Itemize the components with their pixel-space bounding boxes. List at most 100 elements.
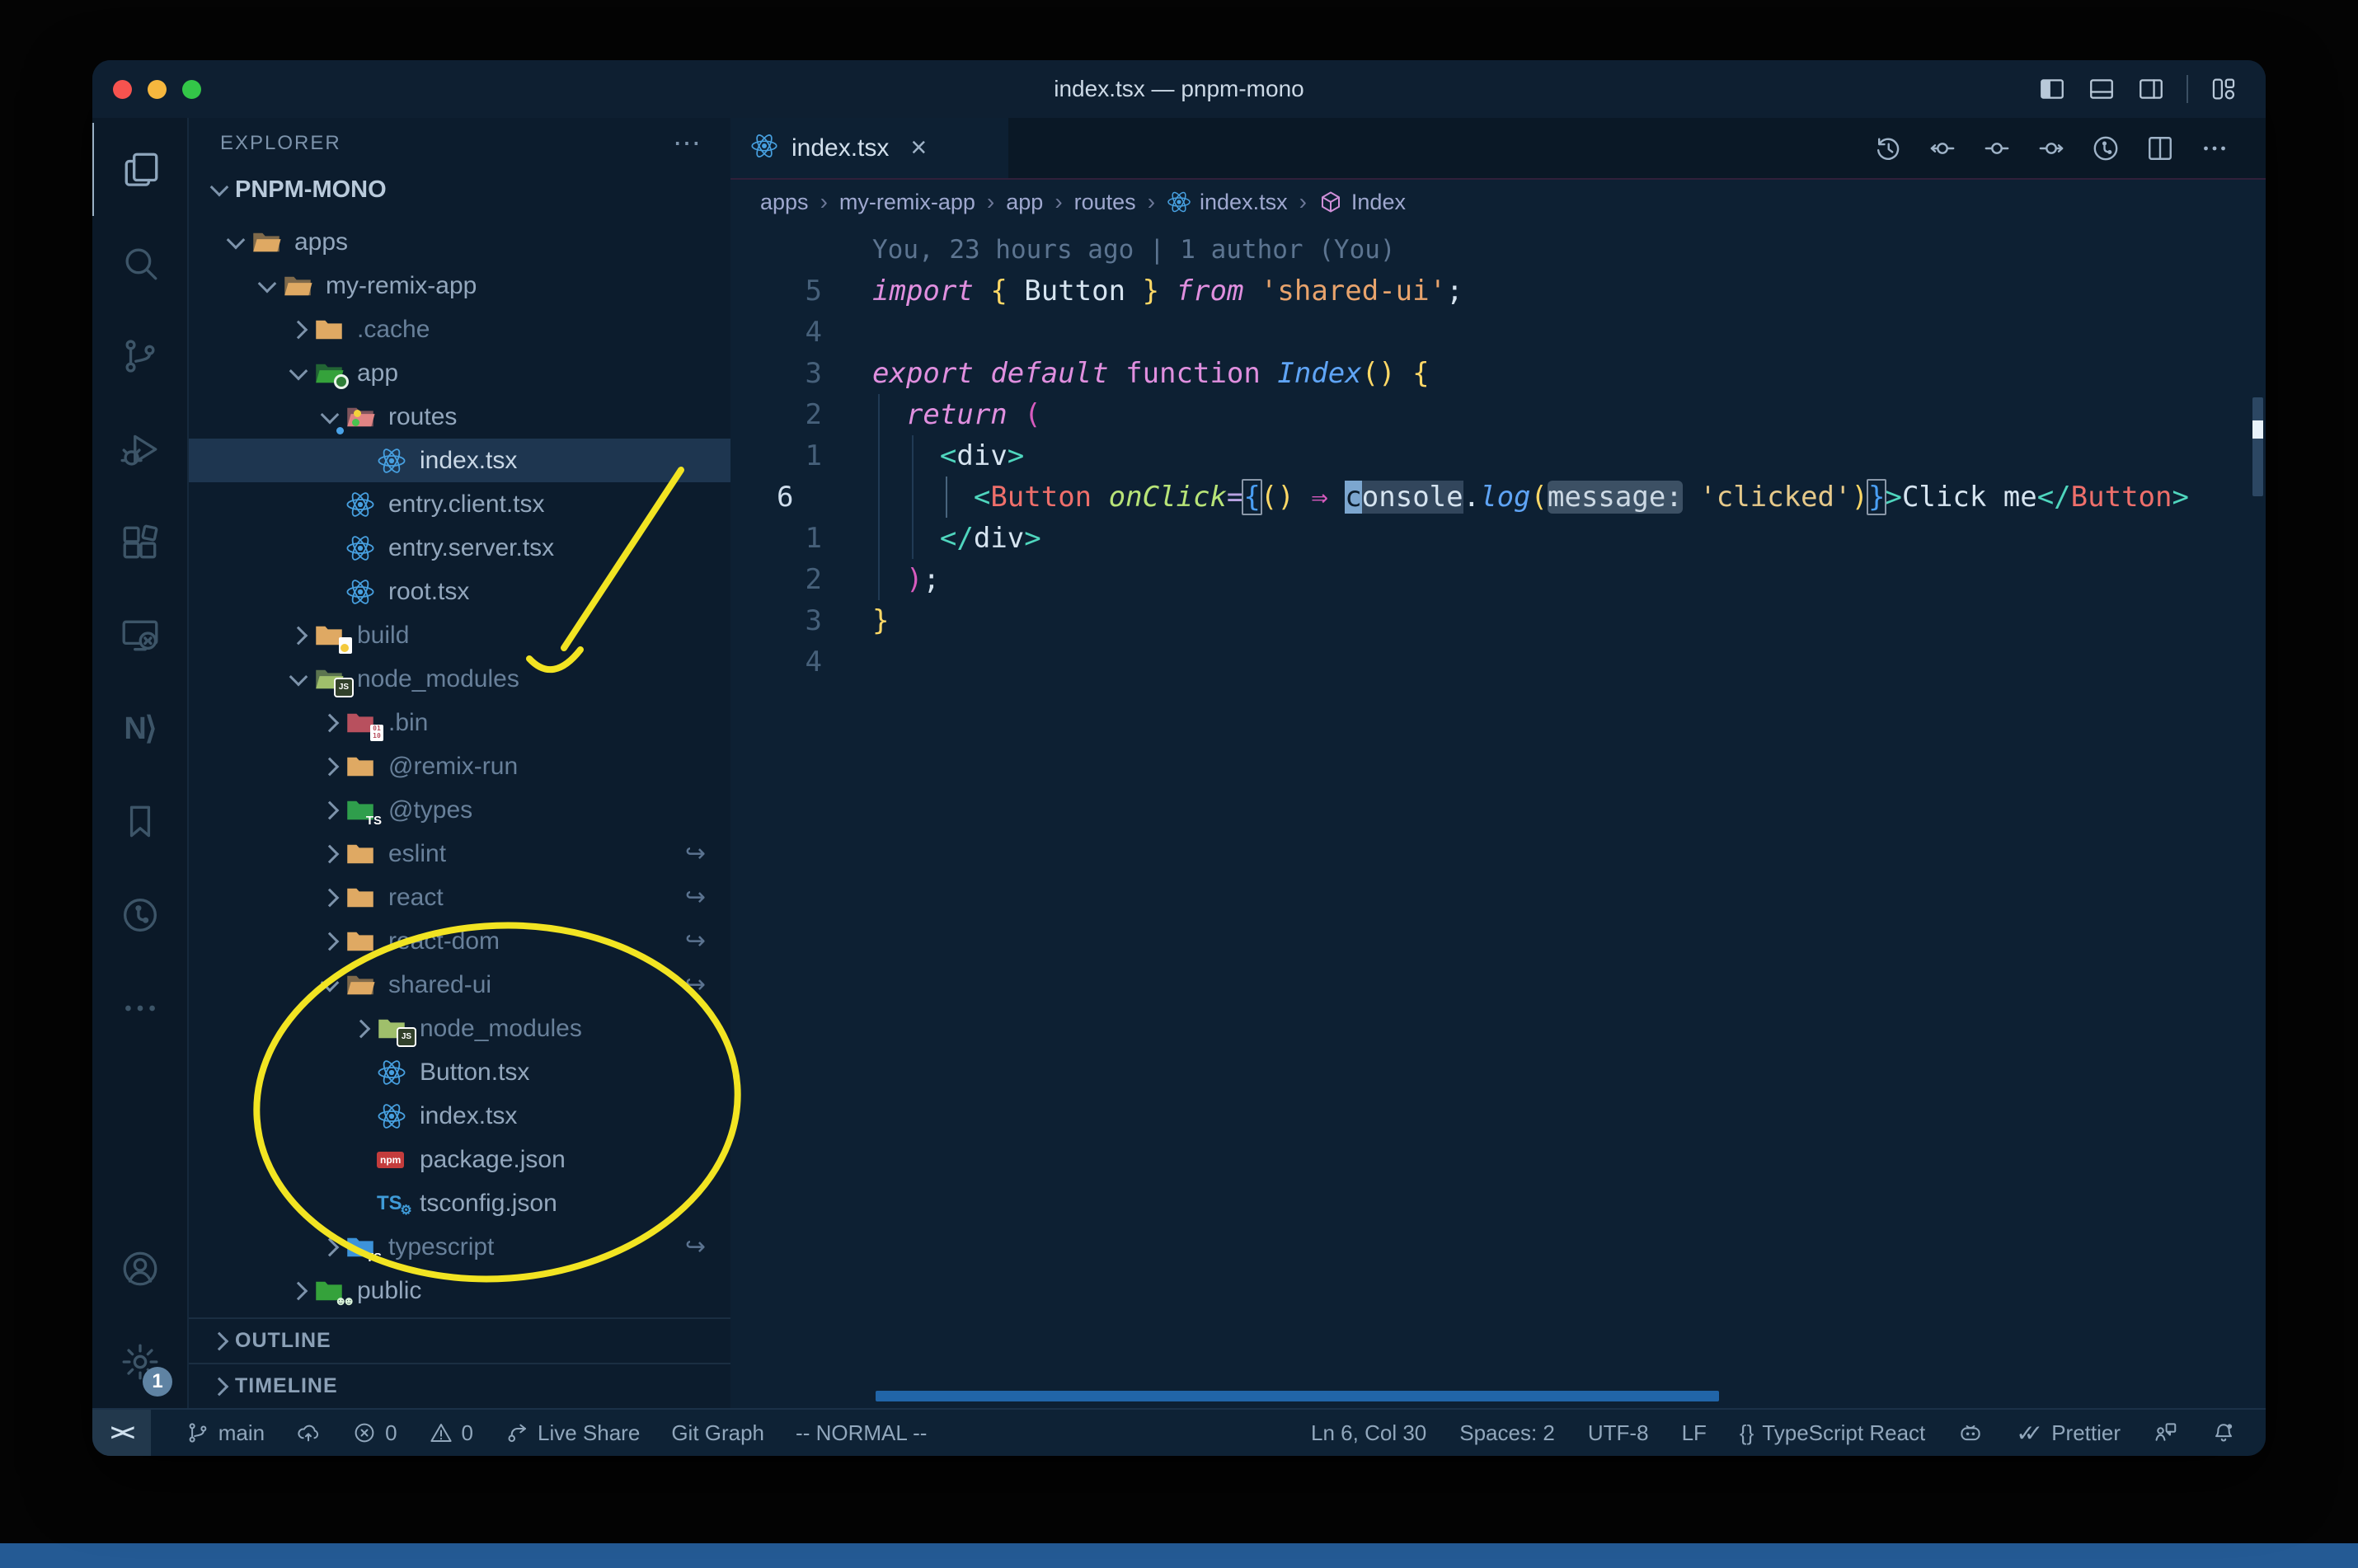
tree-item-entry-server-tsx[interactable]: entry.server.tsx: [189, 526, 730, 570]
tree-item-react[interactable]: react ↪: [189, 876, 730, 919]
tree-item-react-dom[interactable]: react-dom ↪: [189, 919, 730, 963]
status-remote[interactable]: ><: [92, 1410, 151, 1456]
tree-item--remix-run[interactable]: @remix-run: [189, 744, 730, 788]
explorer-more-actions-button[interactable]: ⋯: [673, 129, 701, 157]
history-icon[interactable]: [1873, 134, 1903, 163]
tree-item-build[interactable]: build: [189, 613, 730, 657]
status-sync[interactable]: [296, 1410, 321, 1456]
tree-item-root-tsx[interactable]: root.tsx: [189, 570, 730, 613]
changes-icon[interactable]: [1982, 134, 2012, 163]
activity-account[interactable]: [92, 1222, 187, 1315]
activity-gitlens[interactable]: [92, 868, 187, 961]
activity-search[interactable]: [92, 216, 187, 309]
tree-item-shared-ui[interactable]: shared-ui ↪: [189, 963, 730, 1007]
tree-item-apps[interactable]: apps: [189, 220, 730, 264]
horizontal-scrollbar[interactable]: [876, 1391, 1719, 1401]
line-number: 1: [805, 522, 822, 555]
tree-item-tsconfig-json[interactable]: TS ⚙ tsconfig.json: [189, 1181, 730, 1225]
status-git-graph[interactable]: Git Graph: [671, 1410, 764, 1456]
tree-item-node-modules[interactable]: JS node_modules: [189, 657, 730, 701]
code-line[interactable]: 3}: [730, 600, 2266, 641]
prev-change-icon[interactable]: [1928, 134, 1957, 163]
zoom-window-button[interactable]: [182, 79, 201, 99]
status-notifications[interactable]: [2211, 1410, 2236, 1456]
breadcrumb-index[interactable]: Index: [1318, 190, 1406, 215]
code-line[interactable]: 4: [730, 641, 2266, 683]
status-feedback[interactable]: [2154, 1410, 2178, 1456]
close-window-button[interactable]: [113, 79, 132, 99]
close-tab-icon[interactable]: ×: [910, 132, 927, 164]
status-copilot[interactable]: [1958, 1410, 1983, 1456]
code-editor[interactable]: You, 23 hours ago | 1 author (You) 5 impor…: [730, 224, 2266, 1408]
activity-extensions[interactable]: [92, 495, 187, 589]
activity-settings[interactable]: 1: [92, 1315, 187, 1408]
layout-sidebar-right-icon[interactable]: [2137, 75, 2165, 103]
tsconfig-icon: TS ⚙: [377, 1191, 412, 1218]
status-branch[interactable]: main: [186, 1410, 265, 1456]
tree-item--cache[interactable]: .cache: [189, 307, 730, 351]
breadcrumb-routes[interactable]: routes: [1074, 190, 1136, 215]
activity-source-control[interactable]: [92, 309, 187, 402]
code-line[interactable]: 2 );: [730, 559, 2266, 600]
tree-item-node-modules[interactable]: JS node_modules: [189, 1007, 730, 1050]
tree-item-app[interactable]: app: [189, 351, 730, 395]
code-line[interactable]: 5 import { Button } from 'shared-ui';: [730, 270, 2266, 312]
workspace-root-row[interactable]: PNPM-MONO: [189, 169, 730, 210]
activity-run-debug[interactable]: [92, 402, 187, 495]
tree-item-my-remix-app[interactable]: my-remix-app: [189, 264, 730, 307]
code-line[interactable]: 1 </div>: [730, 518, 2266, 559]
breadcrumb-apps[interactable]: apps: [760, 190, 809, 215]
activity-nx-console[interactable]: N⟩: [92, 682, 187, 775]
tree-item-package-json[interactable]: npm package.json: [189, 1138, 730, 1181]
symlink-icon: ↪: [684, 1233, 706, 1261]
activity-remote-explorer[interactable]: [92, 589, 187, 682]
breadcrumb-app[interactable]: app: [1006, 190, 1043, 215]
tree-item--bin[interactable]: 01 10 .bin: [189, 701, 730, 744]
layout-customize-icon[interactable]: [2210, 75, 2238, 103]
tree-item--types[interactable]: TS @types: [189, 788, 730, 832]
minimize-window-button[interactable]: [148, 79, 167, 99]
tree-item-public[interactable]: ☻☻ public: [189, 1269, 730, 1312]
tree-item-typescript[interactable]: TS typescript ↪: [189, 1225, 730, 1269]
code-line[interactable]: 6 <Button onClick={() ⇒ console.log(mess…: [730, 477, 2266, 518]
status-language-mode[interactable]: {} TypeScript React: [1740, 1410, 1925, 1456]
section-outline[interactable]: OUTLINE: [189, 1317, 730, 1363]
activity-explorer[interactable]: [92, 123, 189, 216]
split-editor-icon[interactable]: [2145, 134, 2175, 163]
code-line[interactable]: 4: [730, 312, 2266, 353]
status-warnings[interactable]: 0: [429, 1410, 473, 1456]
gitlens-blame-line[interactable]: You, 23 hours ago | 1 author (You): [730, 229, 2266, 270]
line-number: 6: [777, 481, 794, 514]
status-encoding[interactable]: UTF-8: [1588, 1410, 1649, 1456]
gitlens-icon[interactable]: [2091, 134, 2121, 163]
status-live-share[interactable]: Live Share: [505, 1410, 640, 1456]
breadcrumb-index-tsx[interactable]: index.tsx: [1167, 190, 1288, 215]
layout-panel-icon[interactable]: [2088, 75, 2116, 103]
tree-item-index-tsx[interactable]: index.tsx: [189, 439, 730, 482]
tree-item-routes[interactable]: routes: [189, 395, 730, 439]
status-cursor-position[interactable]: Ln 6, Col 30: [1311, 1410, 1426, 1456]
tree-item-entry-client-tsx[interactable]: entry.client.tsx: [189, 482, 730, 526]
status-errors[interactable]: 0: [352, 1410, 397, 1456]
activity-bookmarks[interactable]: [92, 775, 187, 868]
activity-more[interactable]: [92, 961, 187, 1054]
status-eol[interactable]: LF: [1682, 1410, 1707, 1456]
chevron-right-icon: [314, 844, 345, 863]
code-line[interactable]: 1 <div>: [730, 435, 2266, 477]
tree-item-eslint[interactable]: eslint ↪: [189, 832, 730, 876]
tree-item-index-tsx[interactable]: index.tsx: [189, 1094, 730, 1138]
folder-icon: [251, 227, 288, 258]
tree-item-label: typescript: [388, 1232, 495, 1261]
status-vim-mode[interactable]: -- NORMAL --: [796, 1410, 927, 1456]
next-change-icon[interactable]: [2036, 134, 2066, 163]
tab-index-tsx[interactable]: index.tsx ×: [730, 118, 1008, 178]
breadcrumb-my-remix-app[interactable]: my-remix-app: [839, 190, 975, 215]
layout-sidebar-left-icon[interactable]: [2038, 75, 2066, 103]
code-line[interactable]: 3 export default function Index() {: [730, 353, 2266, 394]
more-icon[interactable]: [2200, 134, 2229, 163]
section-timeline[interactable]: TIMELINE: [189, 1363, 730, 1408]
status-prettier[interactable]: ✓✓ Prettier: [2016, 1410, 2121, 1456]
code-line[interactable]: 2 return (: [730, 394, 2266, 435]
status-indentation[interactable]: Spaces: 2: [1459, 1410, 1555, 1456]
tree-item-button-tsx[interactable]: Button.tsx: [189, 1050, 730, 1094]
